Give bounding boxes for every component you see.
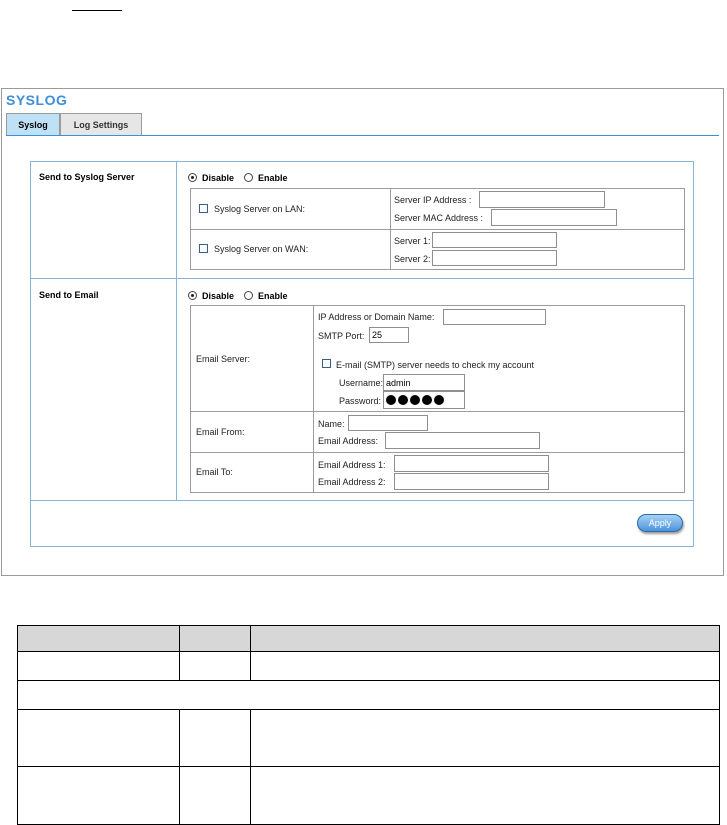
grid-divider xyxy=(390,188,391,270)
table-rule xyxy=(17,651,720,652)
tab-log-settings[interactable]: Log Settings xyxy=(60,113,142,135)
email-enable-label: Enable xyxy=(258,291,288,301)
server1-input[interactable] xyxy=(432,232,557,248)
ip-domain-input[interactable] xyxy=(443,309,546,325)
syslog-disable-radio[interactable] xyxy=(188,173,197,182)
grid-divider xyxy=(190,411,685,412)
syslog-section-label: Send to Syslog Server xyxy=(39,172,135,182)
table-header xyxy=(17,625,719,651)
footer-divider xyxy=(30,500,694,501)
smtp-port-input[interactable] xyxy=(369,327,409,343)
syslog-wan-checkbox[interactable] xyxy=(199,244,208,253)
table-rule xyxy=(17,625,18,825)
email-to-label: Email To: xyxy=(196,467,233,477)
password-label: Password: xyxy=(339,396,382,406)
tab-underline xyxy=(6,135,719,136)
password-input[interactable] xyxy=(383,391,465,409)
syslog-lan-checkbox[interactable] xyxy=(199,204,208,213)
username-label: Username: xyxy=(339,378,384,388)
password-dot xyxy=(410,395,420,405)
column-divider xyxy=(176,161,177,500)
email-enable-radio[interactable] xyxy=(244,291,253,300)
grid-divider xyxy=(190,452,685,453)
grid-divider xyxy=(313,305,314,493)
server2-label: Server 2: xyxy=(394,254,431,264)
table-rule xyxy=(179,709,180,825)
server-ip-input[interactable] xyxy=(479,191,605,208)
server1-label: Server 1: xyxy=(394,236,431,246)
password-dot xyxy=(386,395,396,405)
to-address1-input[interactable] xyxy=(394,455,549,472)
syslog-enable-label: Enable xyxy=(258,173,288,183)
syslog-wan-label: Syslog Server on WAN: xyxy=(214,244,309,254)
grid-divider xyxy=(190,229,685,230)
from-address-input[interactable] xyxy=(385,432,540,449)
page-title: SYSLOG xyxy=(6,92,68,108)
smtp-port-label: SMTP Port: xyxy=(318,331,365,341)
server-ip-label: Server IP Address : xyxy=(394,195,472,205)
apply-button[interactable]: Apply xyxy=(637,514,683,532)
username-input[interactable] xyxy=(383,374,465,391)
to-address2-input[interactable] xyxy=(394,473,549,490)
table-rule xyxy=(250,709,251,825)
header-rule xyxy=(72,10,122,11)
server2-input[interactable] xyxy=(432,250,557,266)
server-mac-input[interactable] xyxy=(491,209,617,226)
syslog-disable-label: Disable xyxy=(202,173,235,183)
from-name-label: Name: xyxy=(318,419,345,429)
password-dot xyxy=(434,395,444,405)
table-rule xyxy=(719,625,720,825)
ip-domain-label: IP Address or Domain Name: xyxy=(318,312,435,322)
server-mac-label: Server MAC Address : xyxy=(394,213,484,223)
smtp-auth-checkbox[interactable] xyxy=(322,359,331,368)
table-rule xyxy=(17,766,720,767)
syslog-enable-radio[interactable] xyxy=(244,173,253,182)
table-rule xyxy=(17,709,720,710)
to-address1-label: Email Address 1: xyxy=(318,460,386,470)
tab-syslog[interactable]: Syslog xyxy=(6,113,60,135)
table-rule xyxy=(179,625,180,680)
table-rule xyxy=(17,680,720,681)
to-address2-label: Email Address 2: xyxy=(318,477,386,487)
email-server-label: Email Server: xyxy=(196,354,251,364)
email-section-label: Send to Email xyxy=(39,290,99,300)
email-disable-radio[interactable] xyxy=(188,291,197,300)
password-dot xyxy=(398,395,408,405)
email-disable-label: Disable xyxy=(202,291,235,301)
from-address-label: Email Address: xyxy=(318,436,379,446)
email-from-label: Email From: xyxy=(196,427,245,437)
from-name-input[interactable] xyxy=(348,415,428,431)
password-dot xyxy=(422,395,432,405)
smtp-auth-label: E-mail (SMTP) server needs to check my a… xyxy=(336,360,535,370)
section-divider xyxy=(30,278,694,279)
syslog-lan-label: Syslog Server on LAN: xyxy=(214,204,306,214)
table-rule xyxy=(17,625,720,626)
table-rule xyxy=(250,625,251,680)
